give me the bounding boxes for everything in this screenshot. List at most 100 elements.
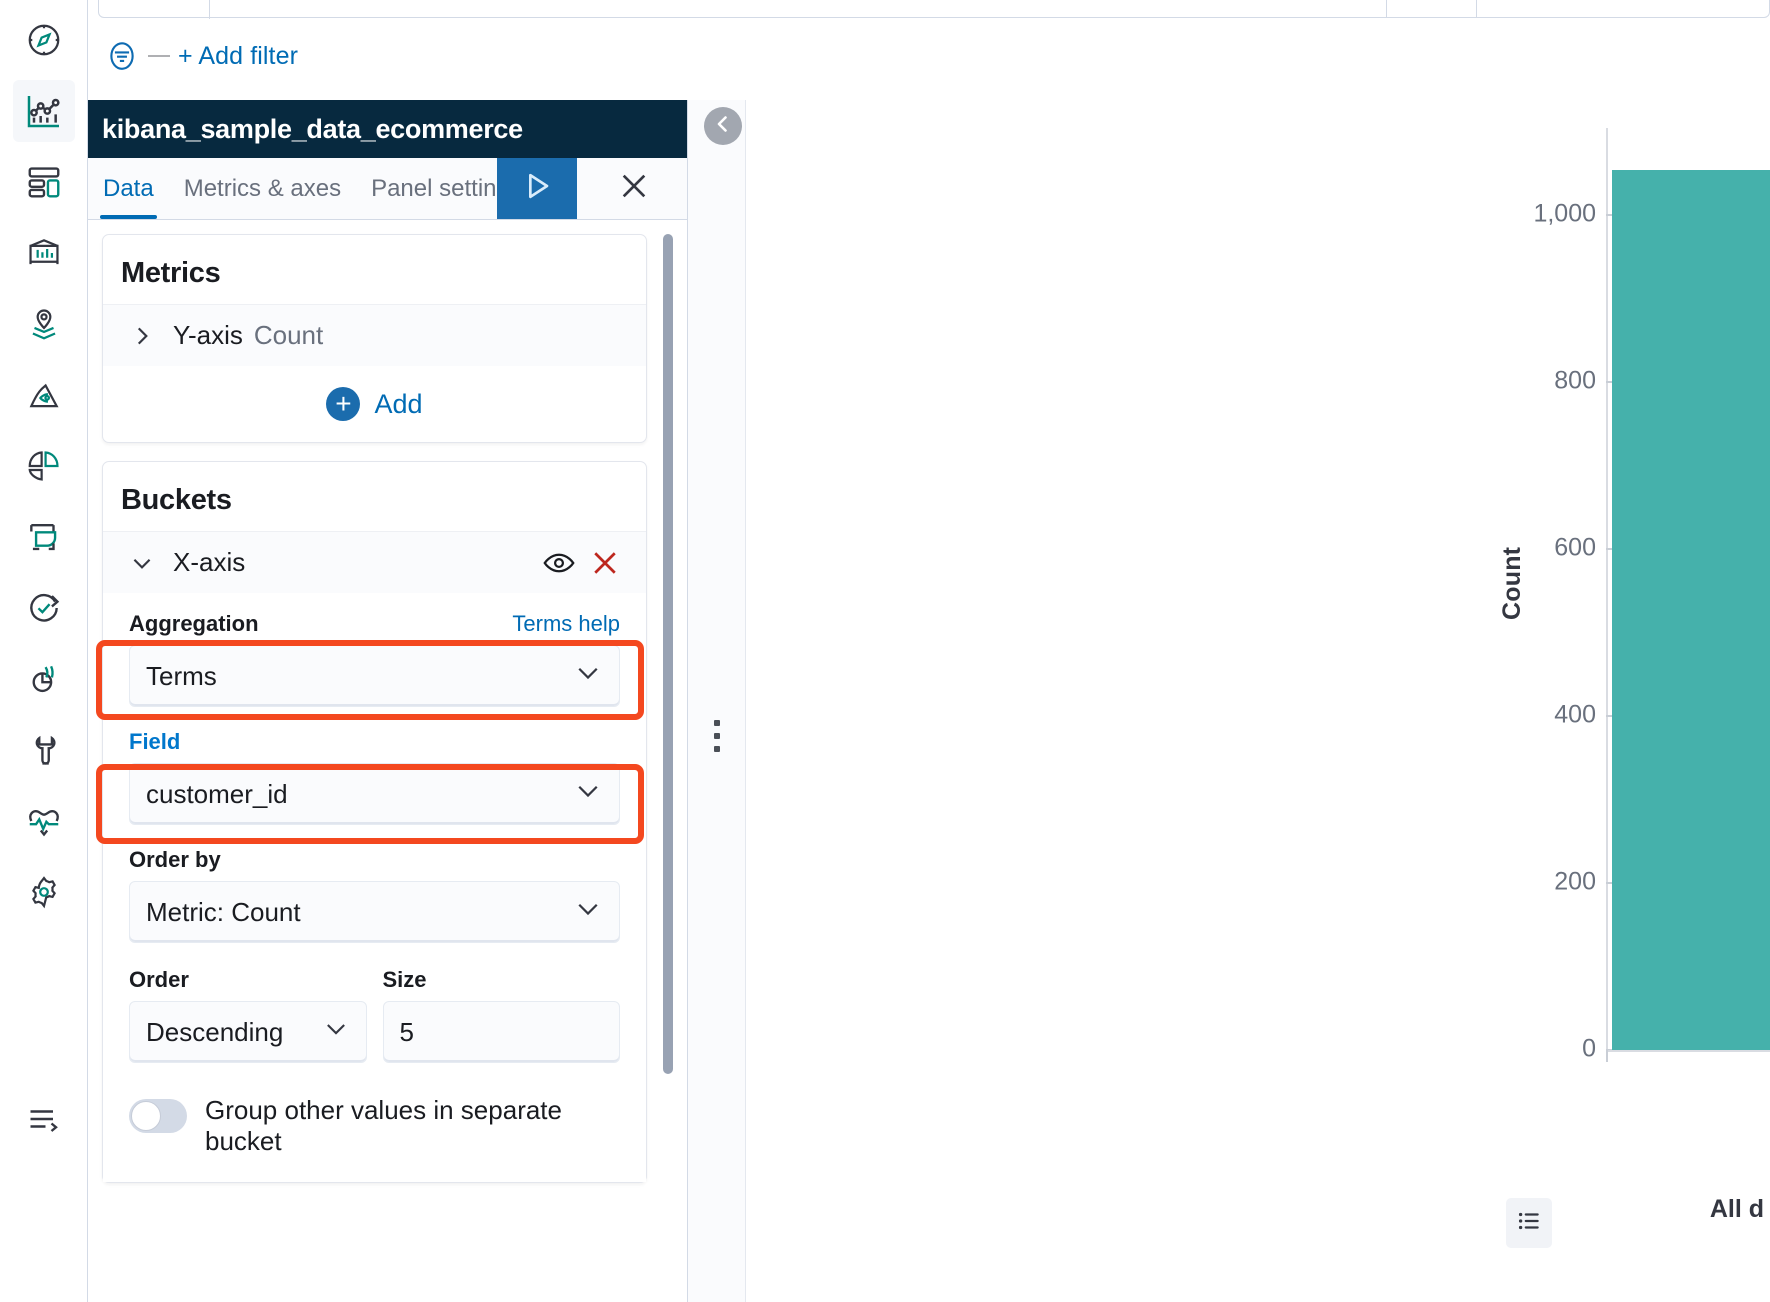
sidebar-item-uptime[interactable] <box>13 577 75 639</box>
nav-collapse-toggle[interactable] <box>13 1090 75 1152</box>
y-tick-label: 1,000 <box>1533 200 1596 229</box>
gear-icon <box>25 873 63 911</box>
compass-icon <box>25 21 63 59</box>
order-label: Order <box>129 967 189 993</box>
query-divider <box>209 0 210 19</box>
sidebar-item-visual-builder[interactable] <box>13 506 75 568</box>
tab-data-label: Data <box>103 175 154 203</box>
collapse-editor-button[interactable] <box>704 107 742 145</box>
visualize-chart-icon <box>24 91 64 131</box>
y-axis-ticks: 1,000 800 600 400 200 0 <box>1516 100 1596 1302</box>
uptime-clock-icon <box>25 589 63 627</box>
apply-changes-button[interactable] <box>497 158 577 219</box>
sidebar-item-maps[interactable] <box>13 293 75 355</box>
x-axis-line <box>1606 1050 1770 1052</box>
query-divider-3 <box>1476 0 1477 18</box>
kibana-visualize-editor: + Add filter kibana_sample_data_ecommerc… <box>0 0 1770 1302</box>
editor-scrollbar[interactable] <box>663 234 673 1074</box>
order-size-row: Order Descending <box>129 967 620 1063</box>
resize-grip-dots[interactable] <box>714 720 720 752</box>
sidebar-item-discover[interactable] <box>13 9 75 71</box>
editor-scroll-area: Metrics Y-axis Count + Add Buck <box>88 220 687 1302</box>
dashboard-icon <box>25 163 63 201</box>
map-pin-layers-icon <box>25 305 63 343</box>
group-other-label: Group other values in separate bucket <box>205 1095 605 1156</box>
terms-help-link[interactable]: Terms help <box>512 611 620 637</box>
toggle-knob <box>131 1101 161 1131</box>
remove-x-icon[interactable] <box>582 540 628 586</box>
bucket-row-label: X-axis <box>173 547 245 578</box>
order-block: Order Descending <box>129 967 367 1063</box>
sidebar-item-monitoring[interactable] <box>13 790 75 852</box>
bucket-form: Aggregation Terms help Terms <box>103 593 646 1182</box>
add-filter-link[interactable]: + Add filter <box>178 42 298 71</box>
chevron-left-icon <box>711 112 735 141</box>
query-input-row[interactable] <box>98 0 1770 18</box>
chevron-down-icon <box>322 1015 350 1050</box>
metric-row-y-axis[interactable]: Y-axis Count <box>103 304 646 366</box>
order-by-select[interactable]: Metric: Count <box>129 881 620 943</box>
aggregation-select[interactable]: Terms <box>129 645 620 707</box>
order-select[interactable]: Descending <box>129 1001 367 1063</box>
sidebar-item-graph[interactable] <box>13 435 75 497</box>
group-other-row: Group other values in separate bucket <box>129 1095 620 1156</box>
sidebar-item-canvas[interactable] <box>13 222 75 284</box>
group-other-toggle[interactable] <box>129 1099 187 1133</box>
panel-resize-handle[interactable] <box>688 100 746 1302</box>
editor-tabs: Data Metrics & axes Panel settings <box>88 158 687 220</box>
size-label-row: Size <box>383 967 621 993</box>
editor-index-title: kibana_sample_data_ecommerce <box>88 100 687 158</box>
collapse-nav-icon <box>26 1101 62 1142</box>
sidebar-item-machine-learning[interactable] <box>13 364 75 426</box>
buckets-card: Buckets X-axis <box>102 461 647 1183</box>
metrics-card: Metrics Y-axis Count + Add <box>102 234 647 443</box>
sidebar-item-dashboard[interactable] <box>13 151 75 213</box>
filter-divider-dash <box>148 55 170 57</box>
bar-series-all-documents[interactable] <box>1612 170 1770 1050</box>
size-block: Size 5 <box>383 967 621 1063</box>
graph-icon <box>25 447 63 485</box>
chevron-down-icon <box>573 658 603 695</box>
canvas-icon <box>25 234 63 272</box>
chevron-down-icon <box>573 894 603 931</box>
order-by-block: Order by Metric: Count <box>129 847 620 943</box>
size-label: Size <box>383 967 427 993</box>
wrench-icon <box>25 731 63 769</box>
add-metric-button[interactable]: + Add <box>103 366 646 442</box>
sidebar-item-management[interactable] <box>13 861 75 923</box>
filter-circle-icon[interactable] <box>102 36 142 76</box>
apm-signal-icon <box>25 660 63 698</box>
field-label: Field <box>129 729 180 755</box>
aggregation-value: Terms <box>146 661 217 692</box>
sidebar-item-apm[interactable] <box>13 648 75 710</box>
sidebar-item-dev-tools[interactable] <box>13 719 75 781</box>
tab-data[interactable]: Data <box>88 158 169 219</box>
heartbeat-icon <box>25 802 63 840</box>
tab-metrics-axes-label: Metrics & axes <box>184 175 341 203</box>
y-tick-label: 200 <box>1554 868 1596 897</box>
x-axis-title: All d <box>1710 1195 1764 1224</box>
order-value: Descending <box>146 1017 283 1048</box>
toggle-legend-button[interactable] <box>1506 1198 1552 1248</box>
metric-row-label: Y-axis <box>173 320 243 351</box>
close-editor-button[interactable] <box>599 158 669 219</box>
bucket-row-x-axis[interactable]: X-axis <box>103 531 646 593</box>
x-axis-origin-tick <box>1606 1050 1608 1062</box>
order-by-value: Metric: Count <box>146 897 301 928</box>
field-select[interactable]: customer_id <box>129 763 620 825</box>
aggregation-label-row: Aggregation Terms help <box>129 611 620 637</box>
y-tick-label: 600 <box>1554 534 1596 563</box>
field-block: Field customer_id <box>129 729 620 825</box>
eye-icon[interactable] <box>536 540 582 586</box>
sidebar-item-visualize[interactable] <box>13 80 75 142</box>
query-divider-2 <box>1386 0 1387 18</box>
buckets-card-title: Buckets <box>103 462 646 531</box>
size-input[interactable]: 5 <box>383 1001 621 1063</box>
ml-icon <box>25 376 63 414</box>
y-tick-label: 400 <box>1554 701 1596 730</box>
size-value: 5 <box>400 1017 414 1048</box>
close-x-icon <box>615 167 653 210</box>
plus-circle-icon: + <box>326 387 360 421</box>
tab-metrics-axes[interactable]: Metrics & axes <box>169 158 356 219</box>
index-pattern-name: kibana_sample_data_ecommerce <box>102 114 523 145</box>
